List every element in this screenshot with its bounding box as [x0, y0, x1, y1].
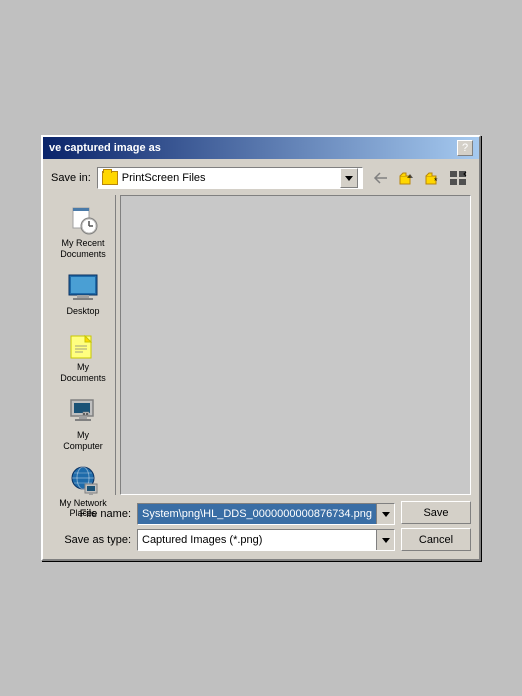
sidebar-item-recent-documents[interactable]: My Recent Documents [54, 199, 112, 265]
chevron-down-icon [345, 176, 353, 181]
new-folder-icon: * [425, 171, 441, 185]
sidebar-item-my-computer[interactable]: My Computer [54, 391, 112, 457]
sidebar-item-desktop[interactable]: Desktop [54, 267, 112, 322]
savetype-label: Save as type: [51, 534, 131, 546]
chevron-down-icon [382, 512, 390, 517]
sidebar-label-desktop: Desktop [66, 306, 99, 317]
savetype-row: Save as type: Captured Images (*.png) [51, 529, 395, 551]
save-button[interactable]: Save [401, 501, 471, 524]
save-in-row: Save in: PrintScreen Files [51, 167, 471, 189]
main-area: My Recent Documents Desktop [51, 195, 471, 495]
savetype-select[interactable]: Captured Images (*.png) [137, 529, 395, 551]
my-documents-icon [67, 328, 99, 360]
sidebar-label-computer: My Computer [57, 430, 109, 452]
recent-docs-icon [67, 204, 99, 236]
bottom-rows-with-buttons: File name: System\png\HL_DDS_00000000008… [51, 501, 471, 551]
my-computer-icon [67, 396, 99, 428]
file-browse-area [120, 195, 471, 495]
filename-input-wrapper[interactable]: System\png\HL_DDS_0000000000876734.png [137, 503, 395, 525]
help-button[interactable]: ? [457, 140, 473, 156]
action-buttons: Save Cancel [401, 501, 471, 551]
filename-row: File name: System\png\HL_DDS_00000000008… [51, 503, 395, 525]
save-in-dropdown[interactable]: PrintScreen Files [97, 167, 363, 189]
save-in-folder-name: PrintScreen Files [122, 172, 336, 184]
savetype-dropdown-arrow[interactable] [376, 530, 394, 550]
back-button[interactable] [369, 167, 393, 189]
filename-dropdown-arrow[interactable] [376, 504, 394, 524]
sidebar-item-my-documents[interactable]: My Documents [54, 323, 112, 389]
save-in-label: Save in: [51, 172, 91, 184]
chevron-down-icon [382, 538, 390, 543]
dialog-body: Save in: PrintScreen Files [43, 159, 479, 559]
svg-text:*: * [434, 176, 438, 185]
savetype-value: Captured Images (*.png) [138, 532, 376, 548]
save-file-dialog: ve captured image as ? Save in: PrintScr… [41, 135, 481, 561]
new-folder-button[interactable]: * [421, 167, 445, 189]
sidebar-label-recent: My Recent Documents [57, 238, 109, 260]
sidebar: My Recent Documents Desktop [51, 195, 116, 495]
toolbar-buttons: * [369, 167, 471, 189]
folder-icon [102, 171, 118, 185]
up-folder-icon [399, 171, 415, 185]
filename-input[interactable]: System\png\HL_DDS_0000000000876734.png [138, 506, 376, 522]
views-button[interactable] [447, 167, 471, 189]
title-bar: ve captured image as ? [43, 137, 479, 159]
back-icon [373, 171, 389, 185]
my-network-icon [67, 464, 99, 496]
up-button[interactable] [395, 167, 419, 189]
cancel-button[interactable]: Cancel [401, 528, 471, 551]
title-bar-buttons: ? [457, 140, 473, 156]
views-icon [450, 171, 468, 185]
sidebar-label-docs: My Documents [57, 362, 109, 384]
filename-label: File name: [51, 508, 131, 520]
bottom-fields: File name: System\png\HL_DDS_00000000008… [51, 503, 395, 551]
desktop-icon [67, 272, 99, 304]
dialog-title: ve captured image as [49, 142, 161, 154]
save-in-dropdown-arrow[interactable] [340, 168, 358, 188]
